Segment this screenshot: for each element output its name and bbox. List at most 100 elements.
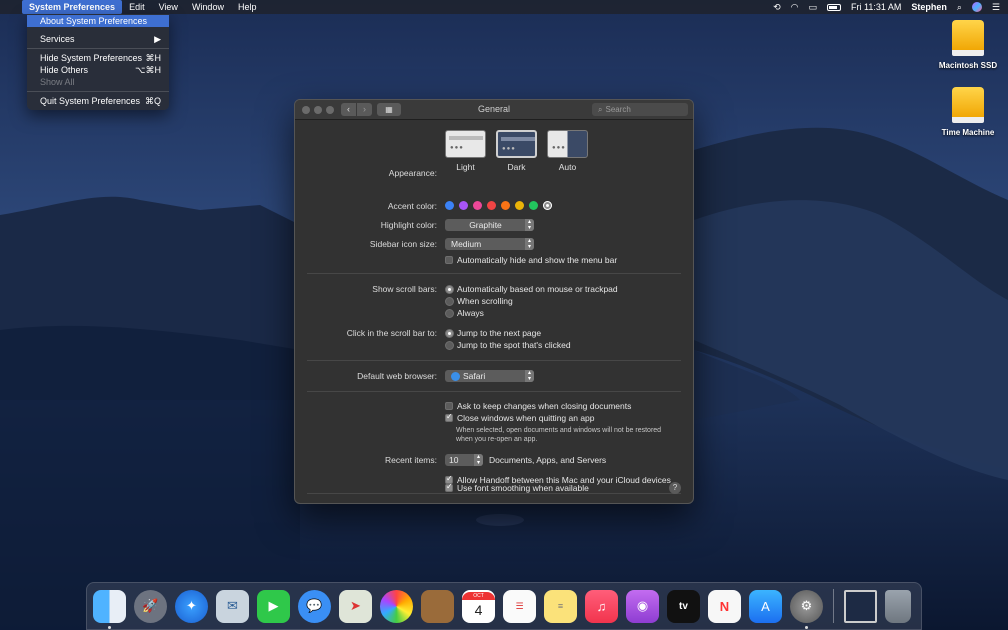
accent-color-swatch[interactable] [529,201,538,210]
services-menu-item[interactable]: Services ▶ [27,33,169,45]
about-menu-item[interactable]: About System Preferences [27,15,169,27]
close-windows-checkbox[interactable]: Close windows when quitting an app [445,412,595,423]
apple-tv-icon[interactable]: tv [667,589,700,623]
highlight-color-popup[interactable]: Graphite ▴ ▾ [445,219,534,231]
finder-icon[interactable] [93,589,126,629]
menu-view[interactable]: View [152,0,185,14]
jump-next-page-radio[interactable]: Jump to the next page [445,328,541,338]
window-titlebar[interactable]: ‹ › ▦ General ⌕ Search [295,100,693,120]
maps-icon[interactable]: ➤ [339,589,372,623]
accent-color-swatch[interactable] [515,201,524,210]
radio-unselected [445,308,454,318]
mail-stamp-icon[interactable]: ✉ [216,589,249,623]
menu-separator [27,91,169,92]
accent-color-swatch[interactable] [501,201,510,210]
recent-items-popup[interactable]: 10 ▴ ▾ [445,454,483,466]
help-button[interactable]: ? [669,482,681,494]
quit-menu-item[interactable]: Quit System Preferences ⌘Q [27,95,169,107]
radio-selected [445,284,454,294]
checkbox-checked [445,412,453,422]
accent-color-swatch[interactable] [445,201,454,210]
menu-clock[interactable]: Fri 11:31 AM [851,2,901,12]
appearance-label: Appearance: [388,168,437,178]
dock: 🚀 ✦ ✉ ▶ 💬 ➤ OCT 4 ☰ ≡ ♫ ◉ tv N A ⚙ [86,582,922,630]
scroll-bars-label: Show scroll bars: [372,284,437,294]
safari-icon [451,372,460,382]
light-appearance-thumbnail: ●●● [445,130,486,158]
status-area: ⟲ ◠ ▭ Fri 11:31 AM Stephen ⌕ ☰ [773,2,1008,13]
checkbox-checked [445,482,453,492]
popup-arrows-icon: ▴ ▾ [525,238,534,250]
hide-menu-item[interactable]: Hide System Preferences ⌘H [27,52,169,64]
menu-separator [27,48,169,49]
accent-color-label: Accent color: [387,201,437,211]
contacts-icon[interactable] [421,589,454,623]
scroll-auto-radio[interactable]: Automatically based on mouse or trackpad [445,284,618,294]
app-store-icon[interactable]: A [749,589,782,623]
news-icon[interactable]: N [708,589,741,623]
appearance-dark-option[interactable]: ●●● Dark [496,130,537,172]
default-browser-popup[interactable]: Safari ▴ ▾ [445,370,534,382]
highlight-color-label: Highlight color: [380,220,437,230]
menu-user[interactable]: Stephen [911,2,947,12]
show-all-menu-item: Show All [40,77,75,87]
accent-color-swatch[interactable] [473,201,482,210]
scroll-when-scrolling-radio[interactable]: When scrolling [445,296,513,306]
time-machine-drive[interactable]: Time Machine [933,87,1003,137]
default-browser-label: Default web browser: [357,371,437,381]
appearance-options: ●●● Light ●●● Dark ●●● Auto [445,130,588,172]
safari-icon[interactable]: ✦ [175,589,208,623]
accent-color-swatch[interactable] [459,201,468,210]
search-field[interactable]: ⌕ Search [592,103,688,116]
calendar-icon[interactable]: OCT 4 [462,589,495,623]
messages-icon[interactable]: 💬 [298,589,331,623]
menu-system-preferences[interactable]: System Preferences [22,0,123,14]
section-divider [307,273,681,274]
general-preferences-window: ‹ › ▦ General ⌕ Search Appearance: ●●● Li… [294,99,694,504]
hard-drive-icon [952,20,984,58]
appearance-light-option[interactable]: ●●● Light [445,130,486,172]
close-windows-note: When selected, open documents and window… [456,427,662,443]
notification-center-icon[interactable]: ☰ [992,2,1000,13]
photos-icon[interactable] [380,589,413,623]
dark-appearance-thumbnail: ●●● [496,130,537,158]
scroll-always-radio[interactable]: Always [445,308,484,318]
accent-color-swatch[interactable] [487,201,496,210]
battery-icon[interactable] [827,3,841,11]
podcasts-icon[interactable]: ◉ [626,589,659,623]
reminders-icon[interactable]: ☰ [503,589,536,623]
menu-bar: System Preferences Edit View Window Help… [0,0,1008,14]
macintosh-ssd-drive[interactable]: Macintosh SSD [933,20,1003,70]
launchpad-icon[interactable]: 🚀 [134,589,167,623]
appearance-auto-option[interactable]: ●●● Auto [547,130,588,172]
sidebar-icon-size-popup[interactable]: Medium ▴ ▾ [445,238,534,250]
spotlight-icon[interactable]: ⌕ [957,2,962,13]
hide-others-menu-item[interactable]: Hide Others ⌥⌘H [27,64,169,76]
notes-icon[interactable]: ≡ [544,589,577,623]
time-machine-icon[interactable]: ⟲ [773,2,781,13]
general-pane: Appearance: ●●● Light ●●● Dark ●●● Auto … [295,120,693,503]
accent-color-picker [445,201,552,210]
menu-window[interactable]: Window [185,0,231,14]
popup-arrows-icon: ▴ ▾ [474,454,483,466]
downloads-stack-icon[interactable] [844,589,877,623]
radio-selected [445,328,454,338]
siri-icon[interactable] [971,2,982,12]
accent-color-swatch[interactable] [543,201,552,210]
menu-help[interactable]: Help [231,0,264,14]
menu-edit[interactable]: Edit [122,0,152,14]
system-preferences-icon[interactable]: ⚙ [790,589,823,629]
checkbox-unchecked [445,402,453,410]
music-icon[interactable]: ♫ [585,589,618,623]
airplay-icon[interactable]: ▭ [808,2,817,13]
wifi-icon[interactable]: ◠ [791,2,799,13]
menu-bar-autohide-checkbox[interactable]: Automatically hide and show the menu bar [445,255,617,265]
facetime-icon[interactable]: ▶ [257,589,290,623]
trash-icon[interactable] [885,589,911,623]
submenu-arrow-icon: ▶ [154,34,161,44]
jump-to-spot-radio[interactable]: Jump to the spot that's clicked [445,340,571,350]
app-menu-dropdown: About System Preferences Services ▶ Hide … [27,14,169,110]
font-smoothing-checkbox[interactable]: Use font smoothing when available [445,482,589,493]
ask-keep-changes-checkbox[interactable]: Ask to keep changes when closing documen… [445,401,631,411]
section-divider [307,391,681,392]
